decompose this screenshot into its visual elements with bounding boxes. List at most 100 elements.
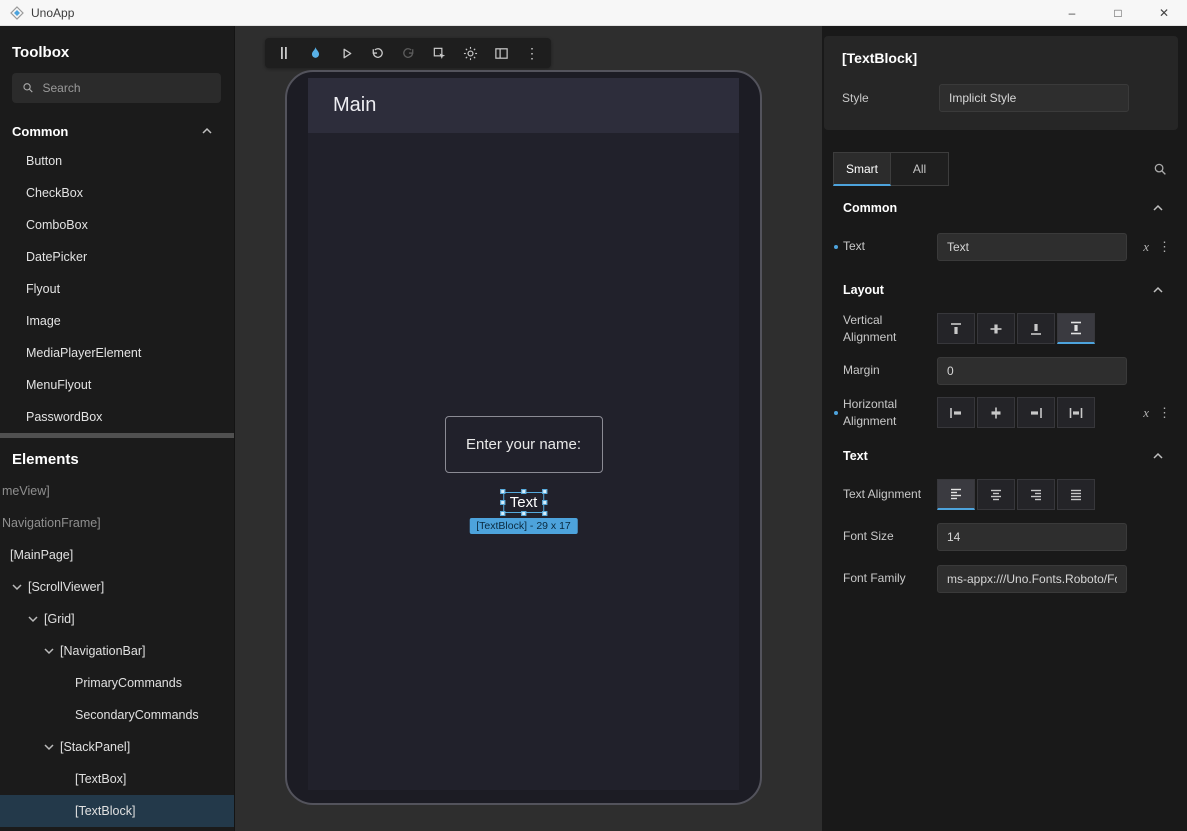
toolbox-item-combobox[interactable]: ComboBox — [0, 209, 234, 241]
resize-handle[interactable] — [542, 489, 547, 494]
tree-item-scrollviewer[interactable]: [ScrollViewer] — [0, 571, 234, 603]
tree-item-stackpanel[interactable]: [StackPanel] — [0, 731, 234, 763]
halign-center-button[interactable] — [977, 397, 1015, 428]
property-row-text-alignment: Text Alignment — [833, 476, 1178, 513]
maximize-button[interactable]: □ — [1095, 0, 1141, 25]
toolbox-item-passwordbox[interactable]: PasswordBox — [0, 401, 234, 433]
valign-bottom-button[interactable] — [1017, 313, 1055, 344]
canvas-selection[interactable]: Text — [503, 492, 545, 513]
style-label: Style — [842, 91, 939, 105]
search-input[interactable] — [42, 81, 211, 95]
toolbox-item-checkbox[interactable]: CheckBox — [0, 177, 234, 209]
inspector-tabs: Smart All — [833, 152, 1178, 186]
device-screen: Main Enter your name: Text — [308, 78, 739, 790]
elements-title: Elements — [12, 451, 222, 468]
resize-handle[interactable] — [542, 511, 547, 516]
tree-item-mainpage[interactable]: [MainPage] — [0, 539, 234, 571]
close-button[interactable]: ✕ — [1141, 0, 1187, 25]
page-title: Main — [333, 94, 376, 117]
toolbox-section-common[interactable]: Common — [0, 117, 234, 145]
layout-panels-icon[interactable] — [492, 44, 510, 62]
tree-item-grid[interactable]: [Grid] — [0, 603, 234, 635]
left-sidebar: Toolbox Common Button CheckBox ComboBox … — [0, 26, 235, 831]
app-logo-icon — [10, 6, 24, 20]
tree-item-textblock[interactable]: [TextBlock] — [0, 795, 234, 827]
resize-handle[interactable] — [521, 489, 526, 494]
tab-smart[interactable]: Smart — [833, 152, 891, 186]
kebab-menu-icon[interactable]: ⋮ — [1158, 239, 1171, 255]
toolbox-item-flyout[interactable]: Flyout — [0, 273, 234, 305]
chevron-up-icon[interactable] — [1150, 282, 1166, 298]
tree-item-homeview[interactable]: meView] — [0, 475, 234, 507]
more-icon[interactable]: ⋮ — [523, 44, 541, 62]
sidebar-splitter[interactable] — [0, 433, 234, 438]
text-align-justify-button[interactable] — [1057, 479, 1095, 510]
resize-handle[interactable] — [500, 489, 505, 494]
font-family-input[interactable] — [937, 565, 1127, 593]
tree-item-textbox[interactable]: [TextBox] — [0, 763, 234, 795]
font-family-label: Font Family — [833, 570, 937, 586]
play-icon[interactable] — [337, 44, 355, 62]
toolbox-item-button[interactable]: Button — [0, 145, 234, 177]
elements-tree: meView] NavigationFrame] [MainPage] [Scr… — [0, 475, 234, 831]
page-body[interactable]: Enter your name: Text — [308, 133, 739, 790]
text-align-center-button[interactable] — [977, 479, 1015, 510]
chevron-down-icon[interactable] — [41, 643, 57, 659]
element-picker-icon[interactable] — [430, 44, 448, 62]
property-row-vertical-alignment: Vertical Alignment — [833, 310, 1178, 347]
chevron-up-icon[interactable] — [1150, 448, 1166, 464]
chevron-down-icon[interactable] — [25, 611, 41, 627]
valign-top-button[interactable] — [937, 313, 975, 344]
section-text[interactable]: Text — [833, 436, 1178, 476]
horizontal-alignment-label: Horizontal Alignment — [833, 396, 937, 428]
halign-stretch-button[interactable] — [1057, 397, 1095, 428]
halign-left-button[interactable] — [937, 397, 975, 428]
text-align-right-button[interactable] — [1017, 479, 1055, 510]
text-property-input[interactable] — [937, 233, 1127, 261]
toolbox-item-image[interactable]: Image — [0, 305, 234, 337]
chevron-up-icon[interactable] — [1150, 200, 1166, 216]
design-canvas[interactable]: ⋮ Main Enter your name: Text — [235, 26, 822, 831]
tree-item-navigationframe[interactable]: NavigationFrame] — [0, 507, 234, 539]
halign-right-button[interactable] — [1017, 397, 1055, 428]
section-layout[interactable]: Layout — [833, 270, 1178, 310]
resize-handle[interactable] — [542, 500, 547, 505]
resize-handle[interactable] — [500, 511, 505, 516]
binding-icon[interactable]: x — [1143, 239, 1149, 255]
text-property-label: Text — [833, 238, 937, 254]
theme-toggle-icon[interactable] — [461, 44, 479, 62]
drag-handle-icon[interactable] — [275, 44, 293, 62]
undo-icon[interactable] — [368, 44, 386, 62]
chevron-down-icon[interactable] — [9, 579, 25, 595]
binding-icon[interactable]: x — [1143, 405, 1149, 421]
tree-item-navigationbar[interactable]: [NavigationBar] — [0, 635, 234, 667]
properties-search-icon[interactable] — [1153, 162, 1168, 177]
toolbox-item-datepicker[interactable]: DatePicker — [0, 241, 234, 273]
hot-reload-flame-icon[interactable] — [306, 44, 324, 62]
tree-item-secondarycommands[interactable]: SecondaryCommands — [0, 699, 234, 731]
style-input[interactable] — [939, 84, 1129, 112]
canvas-textbox[interactable]: Enter your name: — [445, 416, 603, 473]
tree-item-primarycommands[interactable]: PrimaryCommands — [0, 667, 234, 699]
valign-stretch-button[interactable] — [1057, 313, 1095, 344]
resize-handle[interactable] — [521, 511, 526, 516]
kebab-menu-icon[interactable]: ⋮ — [1158, 405, 1171, 421]
redo-icon[interactable] — [399, 44, 417, 62]
resize-handle[interactable] — [500, 500, 505, 505]
toolbox-item-menuflyout[interactable]: MenuFlyout — [0, 369, 234, 401]
titlebar: UnoApp – □ ✕ — [0, 0, 1187, 26]
chevron-up-icon[interactable] — [199, 123, 215, 139]
chevron-down-icon[interactable] — [41, 739, 57, 755]
toolbox-search[interactable] — [12, 73, 221, 103]
margin-input[interactable] — [937, 357, 1127, 385]
text-align-left-button[interactable] — [937, 479, 975, 510]
selected-textblock[interactable]: Text — [503, 492, 545, 513]
tab-all[interactable]: All — [891, 152, 949, 186]
valign-center-button[interactable] — [977, 313, 1015, 344]
toolbox-item-mediaplayerelement[interactable]: MediaPlayerElement — [0, 337, 234, 369]
font-size-input[interactable] — [937, 523, 1127, 551]
text-alignment-label: Text Alignment — [833, 486, 937, 502]
minimize-button[interactable]: – — [1049, 0, 1095, 25]
section-common[interactable]: Common — [833, 188, 1178, 228]
margin-label: Margin — [833, 362, 937, 378]
